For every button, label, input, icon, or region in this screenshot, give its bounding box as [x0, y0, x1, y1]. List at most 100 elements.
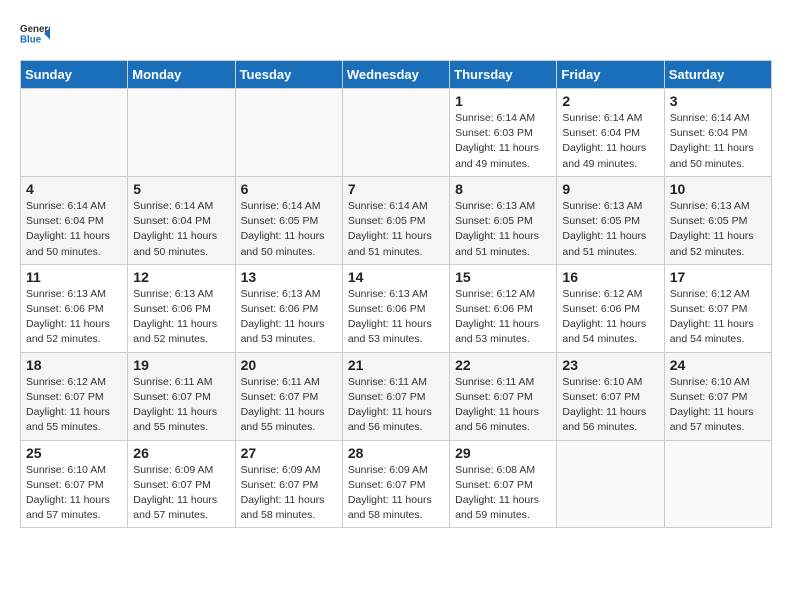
day-number: 4 — [26, 181, 122, 197]
day-number: 18 — [26, 357, 122, 373]
day-number: 22 — [455, 357, 551, 373]
day-info: Sunrise: 6:09 AM Sunset: 6:07 PM Dayligh… — [348, 463, 444, 524]
day-info: Sunrise: 6:12 AM Sunset: 6:06 PM Dayligh… — [562, 287, 658, 348]
calendar-cell: 12 Sunrise: 6:13 AM Sunset: 6:06 PM Dayli… — [128, 264, 235, 352]
day-info: Sunrise: 6:12 AM Sunset: 6:07 PM Dayligh… — [26, 375, 122, 436]
day-info: Sunrise: 6:13 AM Sunset: 6:06 PM Dayligh… — [241, 287, 337, 348]
svg-text:Blue: Blue — [20, 35, 42, 46]
calendar-cell: 4 Sunrise: 6:14 AM Sunset: 6:04 PM Daylig… — [21, 176, 128, 264]
day-number: 27 — [241, 445, 337, 461]
weekday-header-monday: Monday — [128, 61, 235, 89]
logo-icon: General Blue — [20, 20, 50, 50]
day-info: Sunrise: 6:14 AM Sunset: 6:05 PM Dayligh… — [348, 199, 444, 260]
calendar-cell: 28 Sunrise: 6:09 AM Sunset: 6:07 PM Dayli… — [342, 440, 449, 528]
day-info: Sunrise: 6:14 AM Sunset: 6:04 PM Dayligh… — [670, 111, 766, 172]
calendar-cell: 27 Sunrise: 6:09 AM Sunset: 6:07 PM Dayli… — [235, 440, 342, 528]
calendar-cell: 6 Sunrise: 6:14 AM Sunset: 6:05 PM Daylig… — [235, 176, 342, 264]
calendar-cell: 10 Sunrise: 6:13 AM Sunset: 6:05 PM Dayli… — [664, 176, 771, 264]
day-info: Sunrise: 6:13 AM Sunset: 6:06 PM Dayligh… — [133, 287, 229, 348]
week-row-3: 11 Sunrise: 6:13 AM Sunset: 6:06 PM Dayli… — [21, 264, 772, 352]
calendar-cell: 3 Sunrise: 6:14 AM Sunset: 6:04 PM Daylig… — [664, 89, 771, 177]
calendar-cell — [664, 440, 771, 528]
calendar-cell: 1 Sunrise: 6:14 AM Sunset: 6:03 PM Daylig… — [450, 89, 557, 177]
calendar-cell: 24 Sunrise: 6:10 AM Sunset: 6:07 PM Dayli… — [664, 352, 771, 440]
weekday-header-friday: Friday — [557, 61, 664, 89]
day-number: 13 — [241, 269, 337, 285]
day-number: 6 — [241, 181, 337, 197]
day-number: 2 — [562, 93, 658, 109]
day-number: 19 — [133, 357, 229, 373]
day-info: Sunrise: 6:14 AM Sunset: 6:05 PM Dayligh… — [241, 199, 337, 260]
day-info: Sunrise: 6:11 AM Sunset: 6:07 PM Dayligh… — [455, 375, 551, 436]
calendar-cell: 20Sunrise: 6:11 AM Sunset: 6:07 PM Dayli… — [235, 352, 342, 440]
day-info: Sunrise: 6:12 AM Sunset: 6:07 PM Dayligh… — [670, 287, 766, 348]
calendar-cell — [557, 440, 664, 528]
day-info: Sunrise: 6:10 AM Sunset: 6:07 PM Dayligh… — [562, 375, 658, 436]
week-row-4: 18 Sunrise: 6:12 AM Sunset: 6:07 PM Dayli… — [21, 352, 772, 440]
calendar-cell: 5 Sunrise: 6:14 AM Sunset: 6:04 PM Daylig… — [128, 176, 235, 264]
day-number: 17 — [670, 269, 766, 285]
day-info: Sunrise: 6:10 AM Sunset: 6:07 PM Dayligh… — [26, 463, 122, 524]
day-number: 26 — [133, 445, 229, 461]
calendar-cell — [235, 89, 342, 177]
week-row-2: 4 Sunrise: 6:14 AM Sunset: 6:04 PM Daylig… — [21, 176, 772, 264]
day-info: Sunrise: 6:14 AM Sunset: 6:04 PM Dayligh… — [26, 199, 122, 260]
day-number: 23 — [562, 357, 658, 373]
weekday-header-thursday: Thursday — [450, 61, 557, 89]
day-info: Sunrise: 6:14 AM Sunset: 6:04 PM Dayligh… — [133, 199, 229, 260]
calendar-cell — [21, 89, 128, 177]
day-info: Sunrise: 6:09 AM Sunset: 6:07 PM Dayligh… — [241, 463, 337, 524]
day-number: 8 — [455, 181, 551, 197]
day-info: Sunrise: 6:11 AM Sunset: 6:07 PM Dayligh… — [348, 375, 444, 436]
calendar-cell: 25 Sunrise: 6:10 AM Sunset: 6:07 PM Dayli… — [21, 440, 128, 528]
calendar-cell: 19Sunrise: 6:11 AM Sunset: 6:07 PM Dayli… — [128, 352, 235, 440]
day-info: Sunrise: 6:12 AM Sunset: 6:06 PM Dayligh… — [455, 287, 551, 348]
calendar-cell: 16 Sunrise: 6:12 AM Sunset: 6:06 PM Dayli… — [557, 264, 664, 352]
weekday-header-wednesday: Wednesday — [342, 61, 449, 89]
calendar-cell: 2Sunrise: 6:14 AM Sunset: 6:04 PM Daylig… — [557, 89, 664, 177]
day-number: 28 — [348, 445, 444, 461]
day-number: 5 — [133, 181, 229, 197]
calendar-cell: 23 Sunrise: 6:10 AM Sunset: 6:07 PM Dayli… — [557, 352, 664, 440]
day-number: 7 — [348, 181, 444, 197]
day-number: 15 — [455, 269, 551, 285]
day-info: Sunrise: 6:13 AM Sunset: 6:06 PM Dayligh… — [348, 287, 444, 348]
page-header: General Blue — [20, 20, 772, 50]
day-info: Sunrise: 6:13 AM Sunset: 6:05 PM Dayligh… — [562, 199, 658, 260]
day-number: 11 — [26, 269, 122, 285]
day-number: 16 — [562, 269, 658, 285]
day-number: 21 — [348, 357, 444, 373]
day-number: 10 — [670, 181, 766, 197]
calendar-cell: 21 Sunrise: 6:11 AM Sunset: 6:07 PM Dayli… — [342, 352, 449, 440]
calendar-cell: 22 Sunrise: 6:11 AM Sunset: 6:07 PM Dayli… — [450, 352, 557, 440]
day-info: Sunrise: 6:13 AM Sunset: 6:05 PM Dayligh… — [670, 199, 766, 260]
calendar-cell: 17 Sunrise: 6:12 AM Sunset: 6:07 PM Dayli… — [664, 264, 771, 352]
calendar-cell: 18 Sunrise: 6:12 AM Sunset: 6:07 PM Dayli… — [21, 352, 128, 440]
calendar-cell — [128, 89, 235, 177]
day-info: Sunrise: 6:10 AM Sunset: 6:07 PM Dayligh… — [670, 375, 766, 436]
calendar-cell: 9Sunrise: 6:13 AM Sunset: 6:05 PM Daylig… — [557, 176, 664, 264]
calendar-table: SundayMondayTuesdayWednesdayThursdayFrid… — [20, 60, 772, 528]
weekday-header-tuesday: Tuesday — [235, 61, 342, 89]
calendar-cell: 14Sunrise: 6:13 AM Sunset: 6:06 PM Dayli… — [342, 264, 449, 352]
weekday-header-row: SundayMondayTuesdayWednesdayThursdayFrid… — [21, 61, 772, 89]
day-number: 1 — [455, 93, 551, 109]
day-number: 25 — [26, 445, 122, 461]
day-info: Sunrise: 6:13 AM Sunset: 6:05 PM Dayligh… — [455, 199, 551, 260]
day-info: Sunrise: 6:08 AM Sunset: 6:07 PM Dayligh… — [455, 463, 551, 524]
day-number: 20 — [241, 357, 337, 373]
day-number: 3 — [670, 93, 766, 109]
calendar-cell — [342, 89, 449, 177]
weekday-header-sunday: Sunday — [21, 61, 128, 89]
day-info: Sunrise: 6:14 AM Sunset: 6:03 PM Dayligh… — [455, 111, 551, 172]
day-number: 24 — [670, 357, 766, 373]
weekday-header-saturday: Saturday — [664, 61, 771, 89]
week-row-5: 25 Sunrise: 6:10 AM Sunset: 6:07 PM Dayli… — [21, 440, 772, 528]
calendar-cell: 15 Sunrise: 6:12 AM Sunset: 6:06 PM Dayli… — [450, 264, 557, 352]
day-number: 12 — [133, 269, 229, 285]
logo: General Blue — [20, 20, 50, 50]
day-info: Sunrise: 6:13 AM Sunset: 6:06 PM Dayligh… — [26, 287, 122, 348]
day-info: Sunrise: 6:09 AM Sunset: 6:07 PM Dayligh… — [133, 463, 229, 524]
calendar-cell: 11 Sunrise: 6:13 AM Sunset: 6:06 PM Dayli… — [21, 264, 128, 352]
day-number: 29 — [455, 445, 551, 461]
